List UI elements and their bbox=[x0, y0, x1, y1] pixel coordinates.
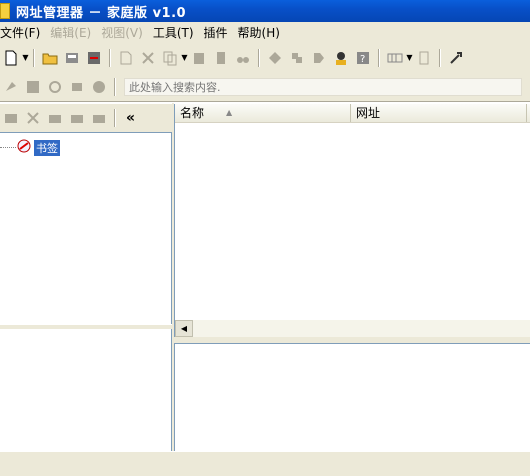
toolbar-separator bbox=[114, 78, 116, 96]
column-header-name[interactable]: 名称 ▲ bbox=[175, 104, 351, 122]
copy-dropdown-icon[interactable]: ▼ bbox=[181, 48, 188, 68]
menu-bar: 文件(F) 编辑(E) 视图(V) 工具(T) 插件 帮助(H) bbox=[0, 22, 530, 42]
diamond-icon[interactable] bbox=[265, 48, 285, 68]
horizontal-scrollbar[interactable]: ◀ bbox=[174, 320, 530, 337]
menu-tools[interactable]: 工具(T) bbox=[153, 24, 200, 41]
menu-file[interactable]: 文件(F) bbox=[0, 24, 46, 41]
bookmark-icon[interactable] bbox=[211, 48, 231, 68]
home-icon[interactable] bbox=[89, 77, 109, 97]
add-folder-icon[interactable] bbox=[1, 108, 21, 128]
columns-icon[interactable] bbox=[385, 48, 405, 68]
url-list: 名称 ▲ 网址 bbox=[174, 104, 530, 320]
edit-folder-icon[interactable] bbox=[45, 108, 65, 128]
title-bar: 网址管理器 － 家庭版 v1.0 bbox=[0, 0, 530, 22]
toolbar-separator bbox=[378, 48, 380, 67]
window-title: 网址管理器 － 家庭版 v1.0 bbox=[16, 5, 187, 21]
sort-ascending-icon: ▲ bbox=[226, 108, 233, 117]
list-header: 名称 ▲ 网址 bbox=[175, 104, 530, 123]
scroll-left-icon[interactable]: ◀ bbox=[175, 320, 193, 337]
remove-folder-icon[interactable] bbox=[23, 108, 43, 128]
preview-panel[interactable] bbox=[174, 343, 530, 452]
refresh-icon[interactable] bbox=[45, 77, 65, 97]
column-url-label: 网址 bbox=[356, 106, 381, 120]
edit-icon[interactable] bbox=[116, 48, 136, 68]
toolbar-separator bbox=[258, 48, 260, 67]
tree-root-node[interactable]: 书签 bbox=[0, 139, 60, 156]
menu-plugins[interactable]: 插件 bbox=[204, 24, 234, 41]
tree-toolbar: « bbox=[0, 104, 172, 132]
column-name-label: 名称 bbox=[180, 106, 205, 120]
page-icon[interactable] bbox=[414, 48, 434, 68]
tools-icon[interactable] bbox=[446, 48, 466, 68]
delete-icon[interactable] bbox=[138, 48, 158, 68]
app-icon bbox=[0, 3, 10, 19]
link-icon[interactable] bbox=[84, 48, 104, 68]
menu-edit[interactable]: 编辑(E) bbox=[50, 24, 97, 41]
tree-connector bbox=[0, 147, 16, 148]
bookmark-folder-icon bbox=[16, 139, 32, 156]
toolbar-separator bbox=[109, 48, 111, 67]
search-tool-icon[interactable] bbox=[1, 77, 21, 97]
folder-down-icon[interactable] bbox=[89, 108, 109, 128]
stop-icon[interactable] bbox=[67, 77, 87, 97]
new-file-icon[interactable] bbox=[1, 48, 21, 68]
filter-icon[interactable] bbox=[23, 77, 43, 97]
paste-icon[interactable] bbox=[189, 48, 209, 68]
save-icon[interactable] bbox=[62, 48, 82, 68]
notes-panel[interactable] bbox=[0, 329, 172, 451]
user-icon[interactable] bbox=[331, 48, 351, 68]
toolbar-separator bbox=[33, 48, 35, 67]
toolbar-separator bbox=[439, 48, 441, 67]
bookmark-tree: 书签 bbox=[0, 132, 172, 325]
tag-icon[interactable] bbox=[309, 48, 329, 68]
column-header-url[interactable]: 网址 bbox=[351, 104, 527, 122]
help-icon[interactable]: ? bbox=[353, 48, 373, 68]
move-icon[interactable] bbox=[287, 48, 307, 68]
open-folder-icon[interactable] bbox=[40, 48, 60, 68]
collapse-panel-button[interactable]: « bbox=[126, 110, 135, 126]
status-bar bbox=[0, 451, 530, 476]
menu-help[interactable]: 帮助(H) bbox=[238, 24, 286, 41]
search-input[interactable] bbox=[124, 78, 522, 96]
toolbar-separator bbox=[114, 109, 116, 127]
search-bar bbox=[0, 73, 530, 101]
folder-up-icon[interactable] bbox=[67, 108, 87, 128]
copy-icon[interactable] bbox=[160, 48, 180, 68]
menu-view[interactable]: 视图(V) bbox=[101, 24, 149, 41]
svg-text:?: ? bbox=[360, 54, 365, 65]
columns-dropdown-icon[interactable]: ▼ bbox=[406, 48, 413, 68]
binoculars-icon[interactable] bbox=[233, 48, 253, 68]
main-toolbar: ▼ ▼ ? ▼ bbox=[0, 42, 530, 74]
tree-root-label: 书签 bbox=[34, 139, 60, 156]
new-dropdown-icon[interactable]: ▼ bbox=[22, 48, 29, 68]
